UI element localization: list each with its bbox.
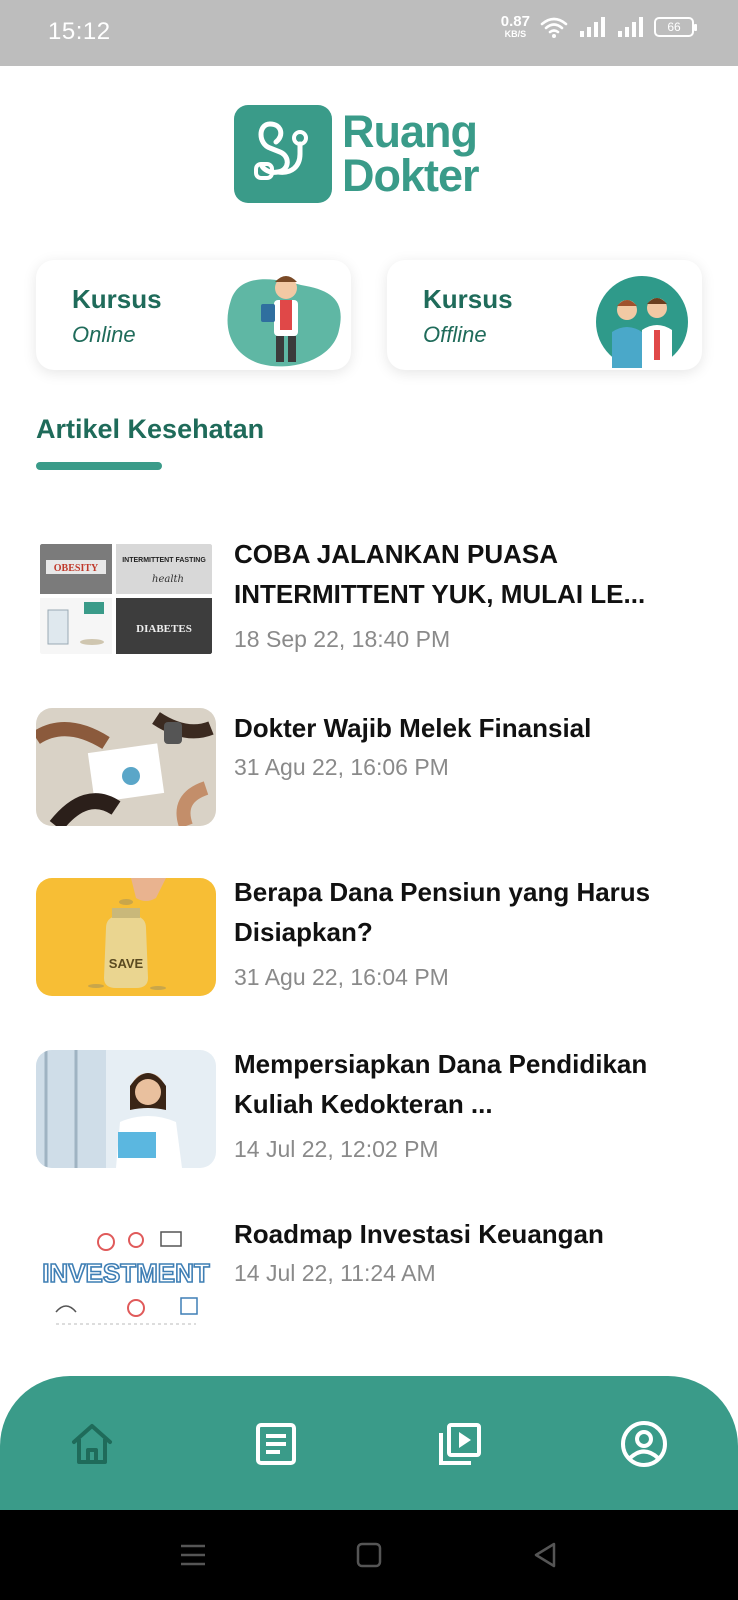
course-card-online[interactable]: Kursus Online <box>36 260 351 370</box>
status-time: 15:12 <box>48 18 111 45</box>
article-date: 31 Agu 22, 16:06 PM <box>234 754 449 780</box>
brand-name-line1: Ruang <box>342 106 478 157</box>
status-icons: 0.87 KB/S 66 <box>501 14 697 39</box>
system-navigation-bar <box>0 1510 738 1600</box>
article-date: 14 Jul 22, 12:02 PM <box>234 1136 439 1162</box>
network-speed-unit: KB/S <box>504 29 527 39</box>
network-speed: 0.87 KB/S <box>501 14 530 39</box>
home-icon <box>72 1424 112 1464</box>
course-title: Kursus <box>423 284 513 314</box>
thumb-fasting-text: INTERMITTENT FASTING <box>122 557 206 564</box>
article-thumbnail: INVESTMENT <box>36 1220 216 1338</box>
thumb-save-text: SAVE <box>109 956 144 971</box>
thumb-health-text: health <box>152 574 184 585</box>
article-title: Mempersiapkan Dana Pendidikan Kuliah Ked… <box>234 1049 648 1119</box>
thumb-diabetes-text: DIABETES <box>136 623 192 635</box>
nav-home-button[interactable] <box>62 1414 122 1474</box>
brand-name: Ruang Dokter <box>342 106 480 201</box>
article-item[interactable]: INVESTMENT Roadmap Investasi Keuangan 14… <box>36 1219 706 1340</box>
nav-articles-button[interactable] <box>246 1414 306 1474</box>
bottom-navigation <box>0 1376 738 1510</box>
stethoscope-logo-icon <box>234 105 332 203</box>
thumb-obesity-text: OBESITY <box>54 563 99 574</box>
article-item[interactable]: Dokter Wajib Melek Finansial 31 Agu 22, … <box>36 708 706 828</box>
app-logo: Ruang Dokter <box>234 104 504 204</box>
course-title: Kursus <box>72 284 162 314</box>
profile-icon <box>621 1421 667 1467</box>
section-underline <box>36 462 162 470</box>
article-item[interactable]: Mempersiapkan Dana Pendidikan Kuliah Ked… <box>36 1049 706 1170</box>
signal-icon <box>618 16 643 37</box>
article-thumbnail <box>36 708 216 826</box>
nav-videos-button[interactable] <box>430 1414 490 1474</box>
article-title: COBA JALANKAN PUASA INTERMITTENT YUK, MU… <box>234 539 646 609</box>
article-title: Roadmap Investasi Keuangan <box>234 1219 604 1249</box>
home-square-icon[interactable] <box>354 1540 384 1570</box>
signal-icon <box>580 16 605 37</box>
menu-icon[interactable] <box>178 1540 208 1570</box>
article-date: 18 Sep 22, 18:40 PM <box>234 626 451 652</box>
status-bar: 15:12 0.87 KB/S 66 <box>0 0 738 66</box>
network-speed-value: 0.87 <box>500 13 530 30</box>
article-thumbnail: OBESITY INTERMITTENT FASTING health DIAB… <box>36 540 216 658</box>
article-item[interactable]: OBESITY INTERMITTENT FASTING health DIAB… <box>36 539 706 660</box>
article-date: 31 Agu 22, 16:04 PM <box>234 964 449 990</box>
article-thumbnail: SAVE <box>36 878 216 996</box>
video-library-icon <box>439 1423 481 1465</box>
brand-name-line2: Dokter <box>342 150 480 201</box>
article-item[interactable]: SAVE Berapa Dana Pensiun yang Harus Disi… <box>36 877 706 998</box>
article-date: 14 Jul 22, 11:24 AM <box>234 1260 436 1286</box>
wifi-icon <box>540 17 568 38</box>
doctors-illustration <box>596 276 688 368</box>
battery-level: 66 <box>667 19 681 34</box>
course-subtitle: Offline <box>423 322 487 347</box>
battery-icon: 66 <box>654 16 697 37</box>
course-subtitle: Online <box>72 322 136 347</box>
article-title: Dokter Wajib Melek Finansial <box>234 713 592 743</box>
section-title: Artikel Kesehatan <box>36 414 265 444</box>
article-thumbnail <box>36 1050 216 1168</box>
back-icon[interactable] <box>530 1540 560 1570</box>
doctor-illustration <box>227 276 341 367</box>
article-title: Berapa Dana Pensiun yang Harus Disiapkan… <box>234 877 651 947</box>
thumb-investment-text: INVESTMENT <box>42 1258 210 1288</box>
course-card-offline[interactable]: Kursus Offline <box>387 260 702 370</box>
nav-profile-button[interactable] <box>614 1414 674 1474</box>
article-icon <box>256 1423 296 1465</box>
